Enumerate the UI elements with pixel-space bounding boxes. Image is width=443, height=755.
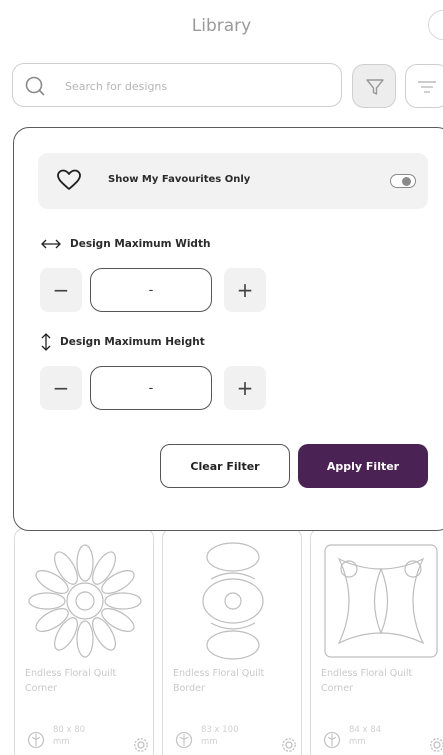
- favourites-label: Show My Favourites Only: [108, 174, 251, 185]
- height-decrement-button[interactable]: −: [40, 366, 82, 410]
- height-input[interactable]: [90, 366, 212, 410]
- design-unit: mm: [349, 736, 366, 747]
- apply-filter-button[interactable]: Apply Filter: [298, 444, 428, 488]
- design-unit: mm: [201, 736, 218, 747]
- search-field[interactable]: [12, 63, 342, 107]
- width-label: Design Maximum Width: [70, 238, 211, 250]
- design-name: Endless Floral Quilt Corner: [25, 668, 117, 694]
- search-icon: [25, 76, 45, 96]
- search-input[interactable]: [65, 76, 325, 96]
- height-heading: Design Maximum Height: [40, 332, 205, 352]
- design-dimensions: 84 x 84: [349, 725, 382, 735]
- gear-icon[interactable]: [133, 737, 149, 753]
- filter-panel: Show My Favourites Only Design Maximum W…: [13, 127, 443, 531]
- design-dimensions: 80 x 80: [53, 725, 86, 735]
- width-input[interactable]: [90, 268, 212, 312]
- design-unit: mm: [53, 736, 70, 747]
- design-card[interactable]: Endless Floral Quilt Corner 80 x 80 mm: [14, 528, 154, 755]
- filter-button[interactable]: [352, 64, 396, 108]
- heart-icon: [57, 169, 81, 190]
- design-card[interactable]: Endless Floral Quilt Corner 84 x 84 mm: [310, 528, 443, 755]
- height-stepper: − +: [40, 366, 270, 410]
- clear-filter-button[interactable]: Clear Filter: [160, 444, 290, 488]
- width-heading: Design Maximum Width: [40, 238, 210, 250]
- design-thumbnail: [28, 544, 142, 658]
- sort-icon: [418, 81, 436, 93]
- width-stepper: − +: [40, 268, 270, 312]
- height-increment-button[interactable]: +: [224, 366, 266, 410]
- gear-icon[interactable]: [281, 737, 297, 753]
- design-thumbnail: [324, 544, 438, 658]
- width-arrows-icon: [41, 239, 61, 249]
- design-size: 84 x 84 mm: [349, 725, 381, 749]
- toggle-knob: [402, 176, 411, 186]
- favourites-row[interactable]: Show My Favourites Only: [38, 153, 428, 209]
- design-name: Endless Floral Quilt Corner: [321, 668, 413, 694]
- height-arrows-icon: [41, 333, 51, 351]
- filter-icon: [366, 79, 384, 95]
- hoop-icon: [323, 731, 341, 749]
- design-size: 80 x 80 mm: [53, 725, 85, 749]
- design-name: Endless Floral Quilt Border: [173, 668, 265, 694]
- width-increment-button[interactable]: +: [224, 268, 266, 312]
- design-thumbnail: [202, 542, 264, 660]
- height-label: Design Maximum Height: [60, 336, 205, 348]
- hoop-icon: [27, 731, 45, 749]
- design-card[interactable]: Endless Floral Quilt Border 83 x 100 mm: [162, 528, 302, 755]
- favourites-toggle[interactable]: [390, 174, 416, 188]
- page-title: Library: [191, 16, 252, 36]
- design-grid: Endless Floral Quilt Corner 80 x 80 mm E…: [0, 520, 443, 755]
- gear-icon[interactable]: [429, 737, 443, 753]
- design-size: 83 x 100 mm: [201, 725, 238, 749]
- sort-button[interactable]: [405, 64, 443, 108]
- hoop-icon: [175, 731, 193, 749]
- design-dimensions: 83 x 100: [201, 725, 239, 735]
- width-decrement-button[interactable]: −: [40, 268, 82, 312]
